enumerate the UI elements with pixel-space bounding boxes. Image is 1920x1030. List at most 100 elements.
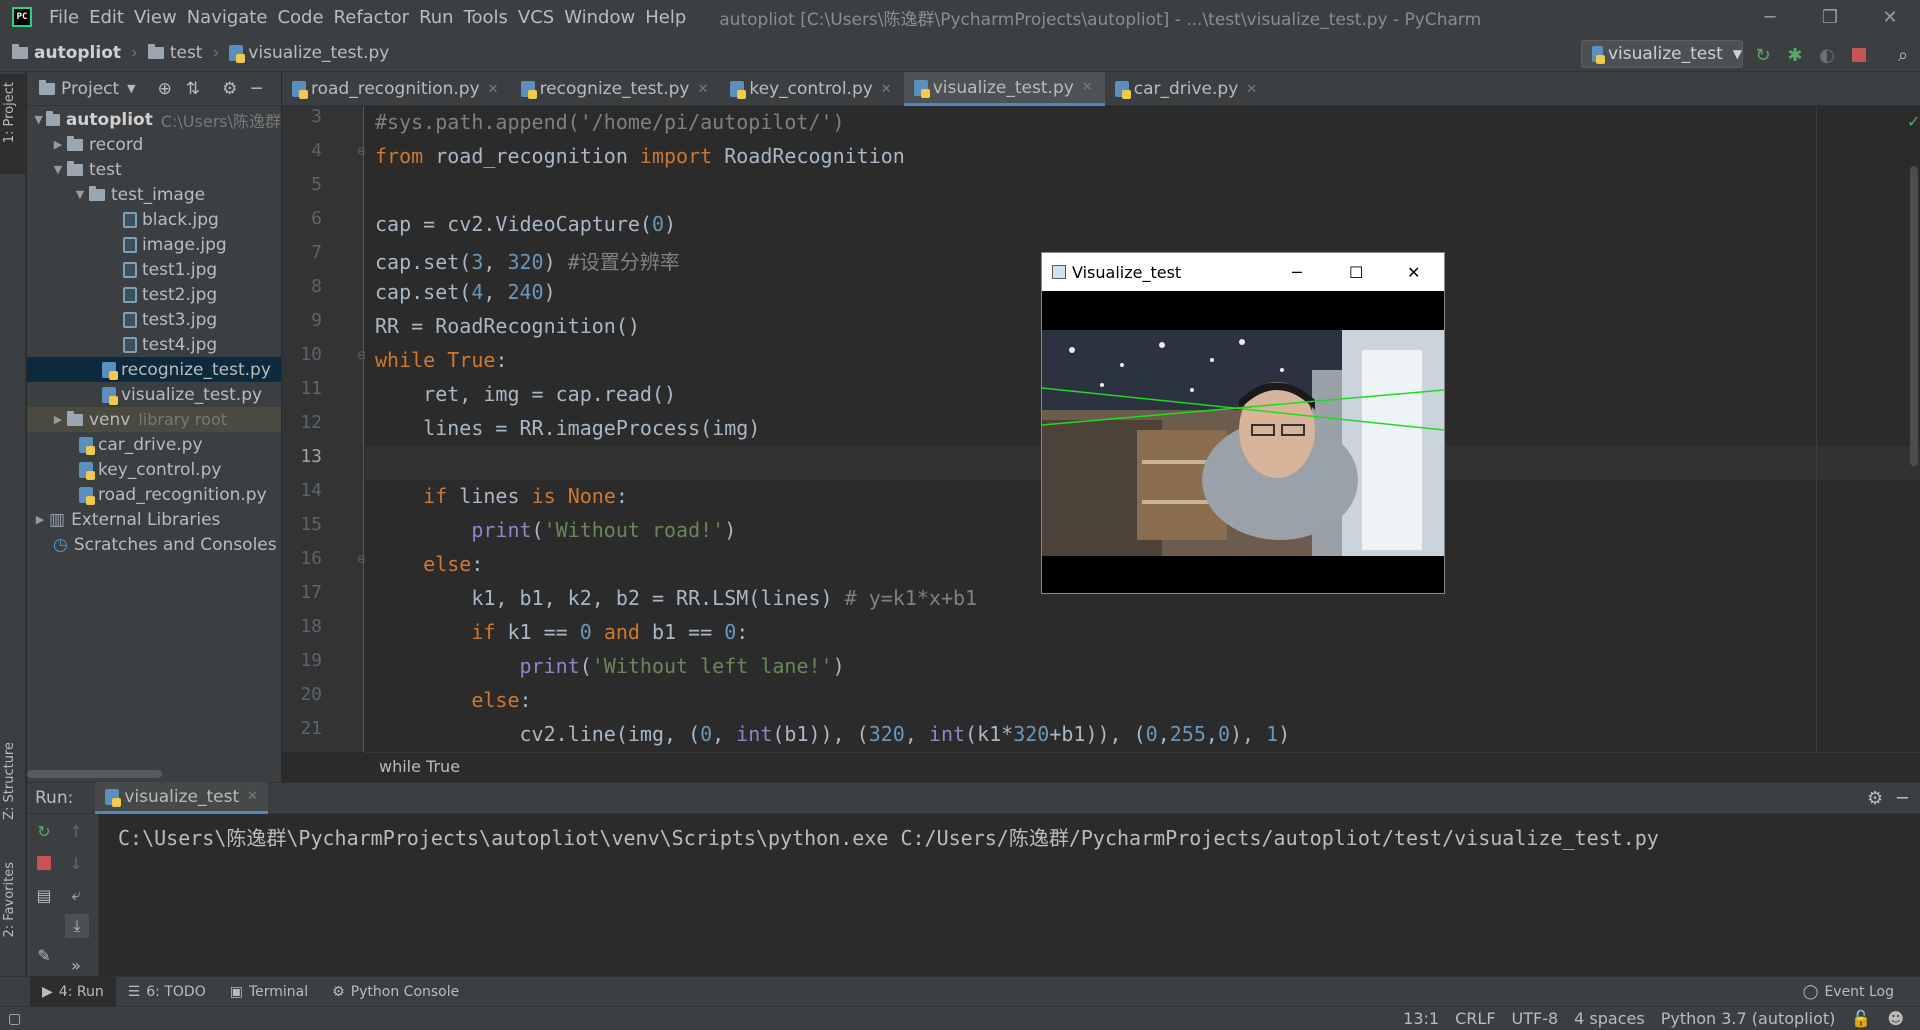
inspector-icon[interactable]: ☻ [1887,1009,1904,1028]
vertical-scrollbar[interactable] [1910,166,1918,466]
menu-help[interactable]: Help [640,7,691,28]
inspection-ok-icon[interactable]: ✓ [1907,112,1920,131]
status-encoding[interactable]: UTF-8 [1512,1009,1559,1028]
menu-refactor[interactable]: Refactor [329,7,415,28]
coverage-icon[interactable]: ◐ [1816,44,1838,66]
tab-todo[interactable]: ☰ 6: TODO [116,977,218,1007]
minimize-icon[interactable]: ─ [1292,263,1302,282]
tree-node[interactable]: visualize_test.py [27,382,281,407]
menu-navigate[interactable]: Navigate [182,7,273,28]
status-position[interactable]: 13:1 [1403,1009,1439,1028]
minimize-window-icon[interactable]: ─ [1740,0,1800,34]
tree-node[interactable]: ▶ record [27,132,281,157]
tree-node[interactable]: test4.jpg [27,332,281,357]
project-tool-tab[interactable]: 1: Project [2,82,17,143]
gear-icon[interactable]: ⚙ [222,79,237,99]
maximize-icon[interactable]: ☐ [1349,263,1363,282]
menu-run[interactable]: Run [414,7,459,28]
tree-node[interactable]: test3.jpg [27,307,281,332]
horizontal-scrollbar[interactable] [27,770,162,778]
more-icon[interactable]: » [65,954,87,976]
tree-node[interactable]: ◷ Scratches and Consoles [27,532,281,557]
tab-key-control[interactable]: key_control.py ✕ [720,72,903,106]
breadcrumb-folder[interactable]: test [170,43,203,63]
tab-car-drive[interactable]: car_drive.py ✕ [1105,72,1269,106]
status-interpreter[interactable]: Python 3.7 (autopliot) [1661,1009,1836,1028]
tree-node-selected[interactable]: recognize_test.py [27,357,281,382]
tab-road-recognition[interactable]: road_recognition.py ✕ [282,72,511,106]
arrow-up-icon[interactable]: ↑ [65,820,87,842]
breadcrumb-scope[interactable]: while True [379,757,460,776]
arrow-down-icon[interactable]: ↓ [65,852,87,874]
tab-visualize-test[interactable]: visualize_test.py ✕ [903,72,1105,106]
soft-wrap-icon[interactable]: ⤶ [65,884,87,906]
pin-icon[interactable]: ✎ [33,944,55,966]
close-icon[interactable]: ✕ [488,82,499,97]
tree-node[interactable]: black.jpg [27,207,281,232]
chevron-down-icon[interactable]: ▼ [127,82,135,95]
locate-icon[interactable]: ⊕ [158,79,172,99]
tree-node[interactable]: test2.jpg [27,282,281,307]
gear-icon[interactable]: ⚙ [1867,788,1883,809]
hide-icon[interactable]: ─ [1897,788,1908,809]
menu-tools[interactable]: Tools [459,7,513,28]
menu-edit[interactable]: Edit [84,7,129,28]
collapsed-arrow-icon[interactable]: ▶ [49,138,67,151]
collapse-all-icon[interactable]: ⇅ [186,79,200,99]
rerun-icon[interactable]: ↻ [1752,44,1774,66]
stop-icon[interactable] [33,852,55,874]
tree-node[interactable]: car_drive.py [27,432,281,457]
run-console[interactable]: C:\Users\陈逸群\PycharmProjects\autopliot\v… [100,814,1920,976]
expanded-arrow-icon[interactable]: ▼ [31,113,46,126]
layout-icon[interactable]: ▤ [33,884,55,906]
visualize-window[interactable]: Visualize_test ─ ☐ ✕ [1041,252,1445,594]
tree-node[interactable]: key_control.py [27,457,281,482]
project-view-select[interactable]: Project [61,79,119,99]
tab-terminal[interactable]: ▣ Terminal [218,977,320,1007]
menu-vcs[interactable]: VCS [513,7,559,28]
favorites-tool-tab[interactable]: 2: Favorites [2,862,17,938]
debug-icon[interactable]: ✱ [1784,44,1806,66]
expanded-arrow-icon[interactable]: ▼ [71,188,89,201]
collapsed-arrow-icon[interactable]: ▶ [49,413,67,426]
tab-python-console[interactable]: ⚙ Python Console [320,977,471,1007]
tree-node[interactable]: image.jpg [27,232,281,257]
expanded-arrow-icon[interactable]: ▼ [49,163,67,176]
tree-node[interactable]: road_recognition.py [27,482,281,507]
lock-icon[interactable]: 🔓 [1851,1009,1871,1028]
close-icon[interactable]: ✕ [1246,82,1257,97]
run-configuration-select[interactable]: visualize_test ▼ [1581,40,1743,68]
scroll-to-end-icon[interactable]: ⤓ [65,914,89,938]
restore-window-icon[interactable]: ❐ [1800,0,1860,34]
menu-code[interactable]: Code [272,7,328,28]
status-indent[interactable]: 4 spaces [1574,1009,1645,1028]
tree-node[interactable]: ▼ test [27,157,281,182]
tab-run[interactable]: ▶ 4: Run [30,976,116,1007]
close-icon[interactable]: ✕ [1407,263,1420,282]
tree-node[interactable]: ▶ ▥ External Libraries [27,507,281,532]
menu-file[interactable]: File [44,7,84,28]
tab-event-log[interactable]: ◯ Event Log [1791,977,1906,1007]
menu-view[interactable]: View [129,7,182,28]
layout-toggle-icon[interactable]: ▢ [8,1011,21,1027]
stop-icon[interactable] [1848,44,1870,66]
tree-node[interactable]: ▶ venv library root [27,407,281,432]
close-icon[interactable]: ✕ [247,789,258,804]
tab-recognize-test[interactable]: recognize_test.py ✕ [511,72,721,106]
breadcrumb-project[interactable]: autopliot [34,43,121,63]
tree-node[interactable]: ▼ test_image [27,182,281,207]
structure-tool-tab[interactable]: Z: Structure [2,742,17,820]
search-icon[interactable]: ⌕ [1892,44,1914,66]
close-icon[interactable]: ✕ [1082,80,1093,95]
breadcrumb-file[interactable]: visualize_test.py [248,43,389,63]
visualize-window-titlebar[interactable]: Visualize_test ─ ☐ ✕ [1042,253,1444,291]
collapsed-arrow-icon[interactable]: ▶ [31,513,49,526]
rerun-icon[interactable]: ↻ [33,820,55,842]
tree-node[interactable]: ▼ autopliot C:\Users\陈逸群 [27,107,281,132]
close-icon[interactable]: ✕ [881,82,892,97]
close-icon[interactable]: ✕ [697,82,708,97]
run-tab[interactable]: visualize_test ✕ [95,782,269,814]
menu-window[interactable]: Window [559,7,640,28]
status-line-separator[interactable]: CRLF [1455,1009,1495,1028]
hide-icon[interactable]: ─ [251,79,261,99]
